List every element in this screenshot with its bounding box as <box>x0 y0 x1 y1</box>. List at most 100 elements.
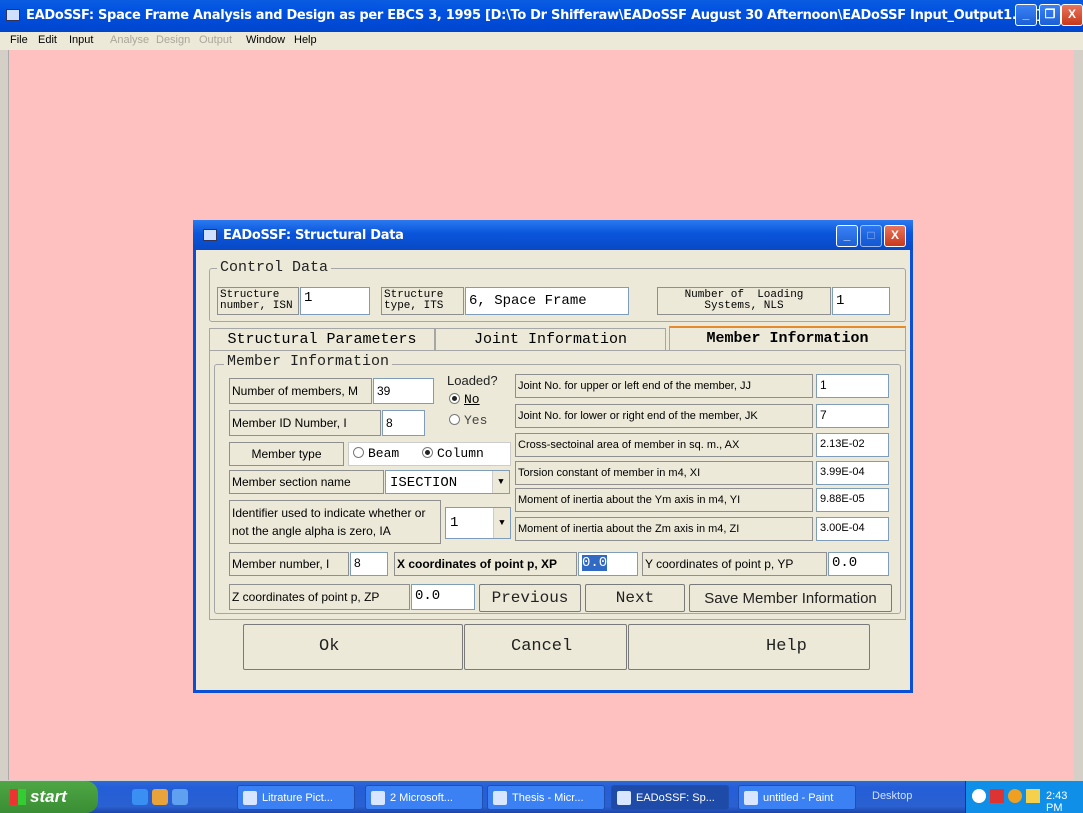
tray-network-icon[interactable] <box>990 789 1004 803</box>
type-beam-radio[interactable]: Beam <box>353 446 399 461</box>
member-number-input[interactable]: 8 <box>350 552 388 576</box>
tab-joint-information[interactable]: Joint Information <box>435 328 666 350</box>
loaded-yes-radio[interactable]: Yes <box>449 413 487 428</box>
menu-file[interactable]: File <box>10 34 28 46</box>
jk-label: Joint No. for lower or right end of the … <box>515 404 813 428</box>
previous-button[interactable]: Previous <box>479 584 581 612</box>
windows-flag-icon <box>10 789 26 805</box>
start-label: start <box>30 787 67 806</box>
clock[interactable]: 2:43 PM <box>1046 790 1083 813</box>
app-icon[interactable] <box>6 9 20 21</box>
main-title-bar[interactable]: EADoSSF: Space Frame Analysis and Design… <box>0 0 1083 32</box>
jk-input[interactable]: 7 <box>816 404 889 428</box>
tray-volume-icon[interactable] <box>1026 789 1040 803</box>
type-column-radio[interactable]: Column <box>422 446 484 461</box>
thesis-icon <box>493 791 507 805</box>
jj-input[interactable]: 1 <box>816 374 889 398</box>
help-button[interactable]: Help <box>628 624 870 670</box>
isn-input[interactable]: 1 <box>300 287 370 315</box>
task-eadossf[interactable]: EADoSSF: Sp... <box>611 785 729 810</box>
ax-input[interactable]: 2.13E-02 <box>816 433 889 457</box>
menu-input[interactable]: Input <box>69 34 93 46</box>
num-members-label: Number of members, M <box>229 378 372 404</box>
its-input[interactable]: 6, Space Frame <box>465 287 629 315</box>
save-member-button[interactable]: Save Member Information <box>689 584 892 612</box>
next-button[interactable]: Next <box>585 584 685 612</box>
menu-help[interactable]: Help <box>294 34 317 46</box>
task-label: EADoSSF: Sp... <box>636 792 715 804</box>
dialog-title-bar[interactable]: EADoSSF: Structural Data _ □ X <box>193 220 913 250</box>
desktop-toolbar[interactable]: Desktop <box>872 790 912 802</box>
menu-design: Design <box>156 34 191 46</box>
member-type-label: Member type <box>229 442 344 466</box>
browser-icon[interactable] <box>172 789 188 805</box>
xp-input[interactable]: 0.0 <box>578 552 638 576</box>
restore-button[interactable]: ❐ <box>1039 4 1061 26</box>
nls-input[interactable]: 1 <box>832 287 890 315</box>
task-paint[interactable]: untitled - Paint <box>738 785 856 810</box>
isn-label: Structure number, ISN <box>217 287 299 315</box>
main-window-title: EADoSSF: Space Frame Analysis and Design… <box>26 8 1043 23</box>
num-members-input[interactable]: 39 <box>373 378 434 404</box>
ia-label: Identifier used to indicate whether or n… <box>229 500 441 544</box>
chevron-down-icon[interactable]: ▼ <box>493 508 510 538</box>
loaded-no-dot[interactable] <box>449 393 460 404</box>
yi-label: Moment of inertia about the Ym axis in m… <box>515 488 813 512</box>
menu-bar: File Edit Input Analyse Design Output Wi… <box>0 32 1083 50</box>
task-microsoft-word[interactable]: 2 Microsoft... <box>365 785 483 810</box>
folder-icon <box>243 791 257 805</box>
system-tray: 2:43 PM <box>965 781 1083 813</box>
zi-input[interactable]: 3.00E-04 <box>816 517 889 541</box>
yp-label: Y coordinates of point p, YP <box>642 552 827 576</box>
task-label: Litrature Pict... <box>262 792 333 804</box>
start-button[interactable]: start <box>0 781 98 813</box>
loaded-yes-dot[interactable] <box>449 414 460 425</box>
member-id-input[interactable]: 8 <box>382 410 425 436</box>
ax-label: Cross-sectoinal area of member in sq. m.… <box>515 433 813 457</box>
member-id-label: Member ID Number, I <box>229 410 381 436</box>
ia-value: 1 <box>450 515 459 531</box>
tab-structural-parameters[interactable]: Structural Parameters <box>209 328 435 350</box>
xp-label: X coordinates of point p, XP <box>394 552 577 576</box>
close-button[interactable]: X <box>1061 4 1083 26</box>
loaded-label: Loaded? <box>444 373 501 388</box>
task-label: Thesis - Micr... <box>512 792 584 804</box>
loaded-no-radio[interactable]: No <box>449 392 480 407</box>
menu-analyse: Analyse <box>110 34 150 46</box>
dialog-close-button[interactable]: X <box>884 225 906 247</box>
type-column-dot[interactable] <box>422 447 433 458</box>
ok-button[interactable]: Ok <box>243 624 463 670</box>
dialog-maximize-button: □ <box>860 225 882 247</box>
ie-icon[interactable] <box>132 789 148 805</box>
tray-arrow-icon[interactable] <box>972 789 986 803</box>
yp-input[interactable]: 0.0 <box>828 552 889 576</box>
tab-member-information[interactable]: Member Information <box>669 326 906 350</box>
tray-security-icon[interactable] <box>1008 789 1022 803</box>
menu-edit[interactable]: Edit <box>38 34 57 46</box>
ia-select[interactable]: 1 ▼ <box>445 507 511 539</box>
xi-input[interactable]: 3.99E-04 <box>816 461 889 485</box>
control-data-title: Control Data <box>217 259 332 276</box>
zp-input[interactable]: 0.0 <box>411 584 475 610</box>
word-icon <box>371 791 385 805</box>
paint-icon <box>744 791 758 805</box>
chevron-down-icon[interactable]: ▼ <box>492 471 509 493</box>
task-label: untitled - Paint <box>763 792 834 804</box>
section-name-select[interactable]: ISECTION ▼ <box>385 470 510 494</box>
menu-output: Output <box>199 34 233 46</box>
cancel-button[interactable]: Cancel <box>464 624 627 670</box>
type-beam-dot[interactable] <box>353 447 364 458</box>
task-litrature-pict[interactable]: Litrature Pict... <box>237 785 355 810</box>
dialog-app-icon[interactable] <box>203 229 217 241</box>
task-label: 2 Microsoft... <box>390 792 453 804</box>
dialog-title: EADoSSF: Structural Data <box>223 228 404 243</box>
jj-label: Joint No. for upper or left end of the m… <box>515 374 813 398</box>
dialog-minimize-button[interactable]: _ <box>836 225 858 247</box>
task-thesis[interactable]: Thesis - Micr... <box>487 785 605 810</box>
yi-input[interactable]: 9.88E-05 <box>816 488 889 512</box>
menu-window[interactable]: Window <box>246 34 285 46</box>
zp-label: Z coordinates of point p, ZP <box>229 584 410 610</box>
loaded-no-label: No <box>464 392 480 407</box>
minimize-button[interactable]: _ <box>1015 4 1037 26</box>
quicklaunch-icon[interactable] <box>152 789 168 805</box>
